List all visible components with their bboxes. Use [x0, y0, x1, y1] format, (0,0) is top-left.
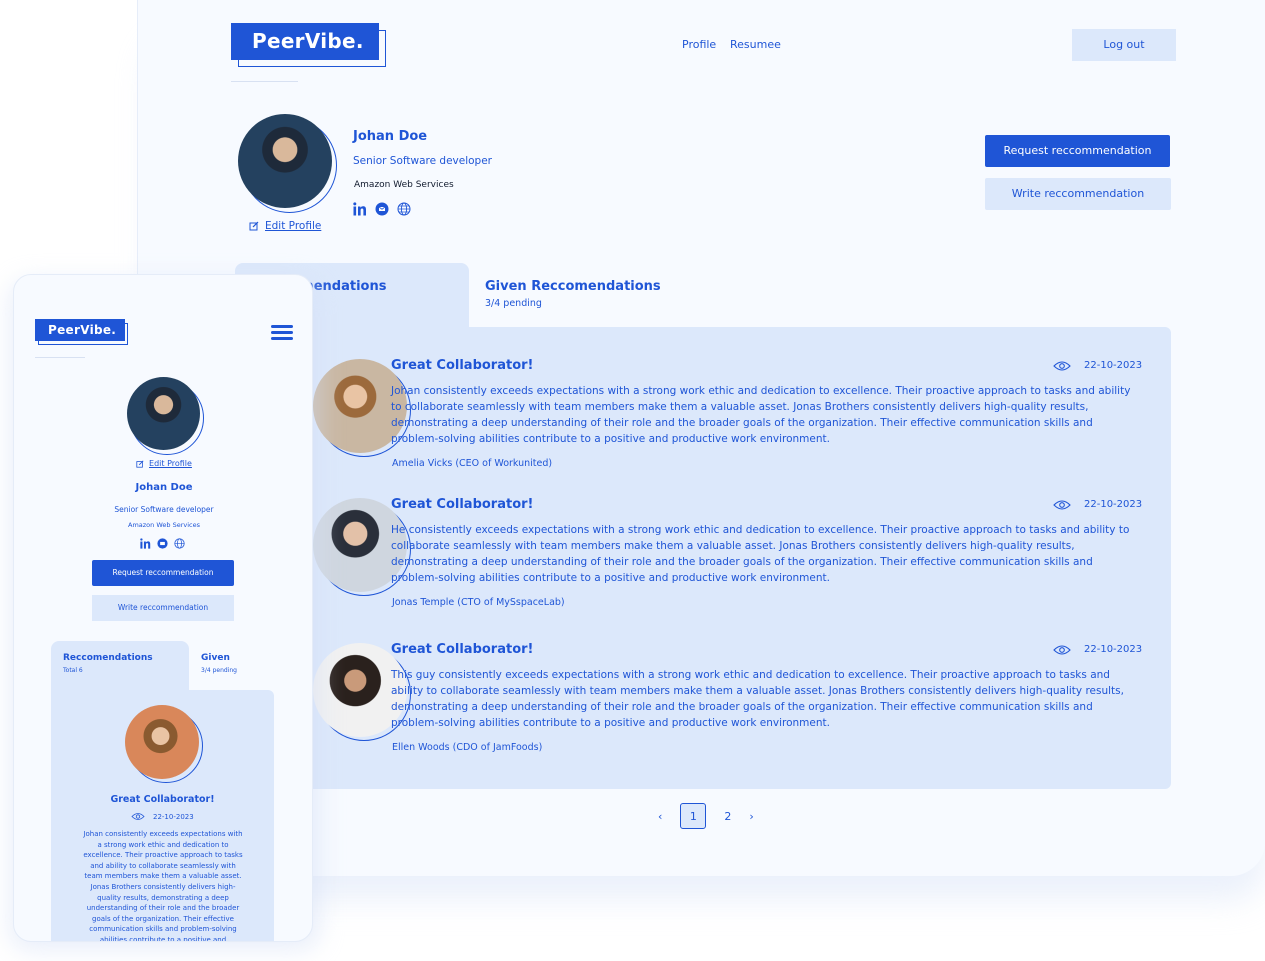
card-title: Great Collaborator! [391, 497, 534, 512]
page-1-button[interactable]: 1 [680, 803, 707, 829]
nav-profile[interactable]: Profile [682, 38, 716, 51]
write-recommendation-button[interactable]: Write reccommendation [92, 595, 234, 621]
tab-received-label: Reccomendations [63, 653, 153, 663]
linkedin-icon[interactable] [353, 202, 367, 216]
linkedin-icon[interactable] [140, 538, 151, 549]
eye-icon [1053, 361, 1071, 371]
profile-title: Senior Software developer [114, 505, 214, 514]
eye-icon [1053, 500, 1071, 510]
social-links [140, 538, 185, 549]
profile-name: Johan Doe [135, 482, 193, 493]
card-author: Amelia Vicks (CEO of Workunited) [392, 458, 553, 469]
card-title: Great Collaborator! [110, 794, 215, 805]
mobile-window: PeerVibe. Edit Profile Johan Doe Senior … [13, 274, 313, 942]
card-date: 22-10-2023 [1084, 644, 1143, 655]
edit-icon [249, 221, 259, 231]
card-meta: 22-10-2023 [131, 812, 194, 821]
edit-icon [136, 459, 144, 468]
nav-resume[interactable]: Resumee [730, 38, 781, 51]
card-body: This guy consistently exceeds expectatio… [391, 669, 1124, 729]
profile-company: Amazon Web Services [354, 180, 454, 190]
header-divider [231, 81, 298, 82]
profile-name: Johan Doe [353, 129, 428, 144]
pagination: ‹ 1 2 › [658, 803, 754, 829]
logo[interactable]: PeerVibe. [35, 319, 125, 341]
mail-icon[interactable] [157, 538, 168, 549]
recommendations-panel: Great Collaborator! 22-10-2023 Johan con… [235, 327, 1171, 789]
card-body: He consistently exceeds expectations wit… [391, 524, 1130, 584]
card-date: 22-10-2023 [1084, 499, 1143, 510]
edit-profile-label: Edit Profile [265, 220, 322, 232]
mail-icon[interactable] [375, 202, 389, 216]
request-recommendation-button[interactable]: Request reccommendation [985, 135, 1170, 167]
card-date: 22-10-2023 [1084, 360, 1143, 371]
tab-received-sub: Total 6 [63, 667, 83, 674]
card-date: 22-10-2023 [153, 812, 194, 821]
next-page-button[interactable]: › [749, 810, 753, 823]
globe-icon[interactable] [397, 202, 411, 216]
profile-avatar [238, 114, 332, 208]
tab-given-sub: 3/4 pending [485, 298, 542, 309]
card-author: Jonas Temple (CTO of MySspaceLab) [392, 597, 565, 608]
tab-given[interactable]: Given 3/4 pending [189, 641, 274, 689]
profile-title: Senior Software developer [353, 155, 492, 167]
tab-given-label: Given [201, 653, 230, 663]
card-photo [125, 705, 199, 779]
profile-company: Amazon Web Services [128, 521, 200, 529]
card-title: Great Collaborator! [391, 642, 534, 657]
request-recommendation-button[interactable]: Request reccommendation [92, 560, 234, 586]
tab-given-sub: 3/4 pending [201, 667, 237, 674]
write-recommendation-button[interactable]: Write reccommendation [985, 178, 1171, 210]
eye-icon [1053, 645, 1071, 655]
edit-profile-link[interactable]: Edit Profile [14, 459, 312, 468]
edit-profile-link[interactable]: Edit Profile [249, 220, 321, 232]
edit-profile-label: Edit Profile [149, 459, 192, 468]
header-divider [35, 357, 85, 358]
card-body: Johan consistently exceeds expectations … [391, 385, 1131, 445]
recommendations-panel: Great Collaborator! 22-10-2023 Johan con… [51, 690, 274, 942]
page-2-button[interactable]: 2 [724, 810, 731, 823]
tab-given-label: Given Reccomendations [485, 279, 661, 294]
social-links [353, 202, 411, 216]
card-body: Johan consistently exceeds expectations … [83, 830, 243, 942]
card-title: Great Collaborator! [391, 358, 534, 373]
tab-given[interactable]: Given Reccomendations 3/4 pending [469, 263, 709, 327]
tab-received[interactable]: Reccomendations Total 6 [51, 641, 189, 693]
prev-page-button[interactable]: ‹ [658, 810, 662, 823]
logo[interactable]: PeerVibe. [231, 23, 379, 60]
logout-button[interactable]: Log out [1072, 29, 1176, 61]
profile-avatar [127, 377, 200, 450]
hamburger-icon[interactable] [271, 325, 293, 341]
globe-icon[interactable] [174, 538, 185, 549]
eye-icon [131, 813, 145, 820]
card-author: Ellen Woods (CDO of JamFoods) [392, 742, 543, 753]
